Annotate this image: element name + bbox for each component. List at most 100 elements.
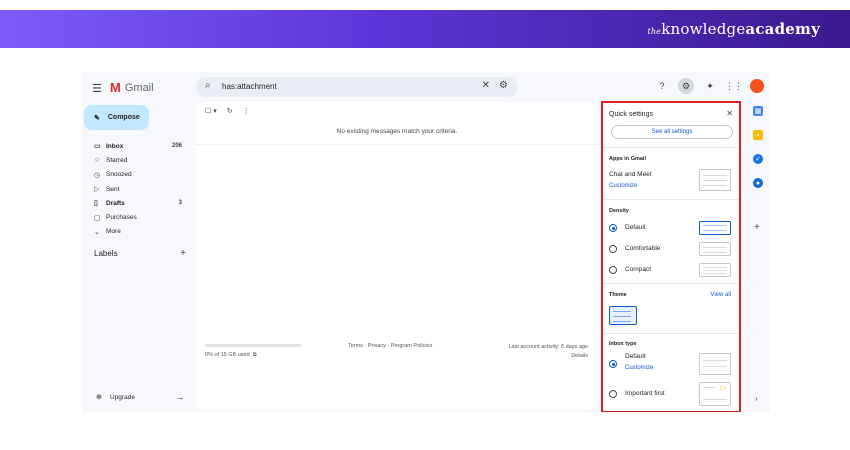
unread-count: 3 (178, 200, 182, 207)
add-label-icon[interactable]: + (180, 248, 186, 259)
upgrade-button[interactable]: ⊕ Upgrade → (96, 392, 184, 402)
apps-customize-link[interactable]: Customize (609, 183, 637, 189)
sidebar-item-starred[interactable]: ☆ Starred (82, 153, 192, 167)
density-comfortable-label: Comfortable (625, 245, 661, 252)
tasks-icon[interactable]: ✓ (753, 154, 763, 164)
quick-settings-panel: Quick settings ✕ See all settings Apps i… (601, 101, 741, 412)
sidebar-item-label: Sent (106, 185, 120, 193)
details-link[interactable]: Details (509, 352, 588, 361)
more-options-icon[interactable]: ⋮ (243, 107, 250, 115)
gmail-window: ☰ M Gmail ⌕ has:attachment ✕ ⚙ ? ⚙ ✦ ⋮⋮ … (82, 72, 770, 412)
inbox-type-section-title: Inbox type (609, 341, 637, 347)
message-list: ☐ ▾ ↻ ⋮ No existing messages match your … (196, 102, 598, 410)
gmail-logo[interactable]: M Gmail (110, 80, 154, 95)
brand-logo: theknowledgeacademy (647, 20, 820, 38)
chat-meet-label: Chat and Meet (609, 171, 652, 178)
arrow-right-icon: → (175, 392, 184, 402)
bag-icon: ▢ (94, 214, 101, 222)
list-toolbar: ☐ ▾ ↻ ⋮ (205, 107, 250, 115)
avatar[interactable] (750, 79, 764, 93)
sidebar-item-label: Inbox (106, 142, 124, 150)
density-compact-thumbnail[interactable] (699, 263, 731, 277)
inbox-default-label: Default (625, 353, 646, 360)
important-first-label: Important first (625, 390, 665, 397)
divider (603, 333, 739, 334)
sidebar-item-label: Purchases (106, 214, 137, 222)
search-input[interactable]: has:attachment (222, 82, 277, 91)
sidebar-item-snoozed[interactable]: ◷ Snoozed (82, 168, 192, 182)
clock-icon: ◷ (94, 171, 101, 179)
density-compact-label: Compact (625, 266, 652, 273)
gear-icon[interactable]: ⚙ (678, 78, 694, 94)
sidebar-nav: ▭ Inbox 206 ☆ Starred ◷ Snoozed ▷ Sent ▯ Drafts 3 ▢ P… (82, 139, 192, 239)
help-icon[interactable]: ? (654, 78, 670, 94)
theme-section-title: Theme (609, 292, 627, 298)
show-side-panel-icon[interactable]: › (755, 394, 758, 403)
density-comfortable-radio[interactable] (609, 245, 617, 253)
contacts-icon[interactable]: ● (753, 178, 763, 188)
inbox-default-radio[interactable] (609, 360, 617, 368)
sidebar-item-purchases[interactable]: ▢ Purchases (82, 210, 192, 224)
footer-links[interactable]: Terms · Privacy · Program Policies (348, 343, 432, 349)
send-icon: ▷ (94, 186, 100, 194)
important-first-thumbnail[interactable]: ▷ (699, 382, 731, 406)
inbox-default-thumbnail[interactable] (699, 353, 731, 375)
storage-bar (205, 344, 301, 347)
sidebar-item-inbox[interactable]: ▭ Inbox 206 (82, 139, 192, 153)
quick-settings-title: Quick settings (609, 111, 653, 118)
pencil-icon: ✎ (94, 114, 100, 122)
clear-search-icon[interactable]: ✕ (482, 80, 490, 91)
search-icon[interactable]: ⌕ (205, 80, 211, 91)
sidebar-item-drafts[interactable]: ▯ Drafts 3 (82, 196, 192, 210)
chevron-down-icon: ⌄ (94, 228, 100, 236)
divider (603, 147, 739, 148)
sidebar-item-label: More (106, 228, 121, 236)
inbox-icon: ▭ (94, 143, 101, 151)
compose-button[interactable]: ✎ Compose (84, 105, 149, 130)
density-section-title: Density (609, 208, 629, 214)
gemini-sparkle-icon[interactable]: ✦ (702, 78, 718, 94)
inbox-customize-link[interactable]: Customize (625, 365, 653, 371)
star-icon: ☆ (94, 157, 101, 165)
see-all-settings-button[interactable]: See all settings (611, 125, 733, 139)
search-options-icon[interactable]: ⚙ (499, 80, 508, 91)
labels-header: Labels + (94, 248, 186, 259)
brand-banner: theknowledgeacademy (0, 10, 850, 48)
divider (603, 199, 739, 200)
density-default-radio[interactable] (609, 224, 617, 232)
search-bar[interactable]: ⌕ has:attachment ✕ ⚙ (196, 77, 518, 97)
sidebar-item-more[interactable]: ⌄ More (82, 225, 192, 239)
unread-count: 206 (171, 143, 182, 150)
density-compact-radio[interactable] (609, 266, 617, 274)
select-all-checkbox[interactable]: ☐ ▾ (205, 107, 217, 115)
apps-grid-icon[interactable]: ⋮⋮ (725, 78, 743, 94)
important-marker-icon: ▷ (720, 385, 726, 392)
sidebar-item-sent[interactable]: ▷ Sent (82, 182, 192, 196)
sidebar-item-label: Snoozed (106, 171, 132, 179)
sidebar-item-label: Drafts (106, 199, 125, 207)
keep-icon[interactable]: ▪ (753, 130, 763, 140)
important-first-radio[interactable] (609, 390, 617, 398)
density-comfortable-thumbnail[interactable] (699, 242, 731, 256)
upgrade-icon: ⊕ (96, 394, 102, 401)
main-menu-icon[interactable]: ☰ (92, 82, 102, 95)
view-all-themes-link[interactable]: View all (710, 292, 731, 298)
apps-preview-thumbnail (699, 169, 731, 191)
divider (196, 144, 598, 145)
top-right-toolbar: ? ⚙ ✦ ⋮⋮ (654, 78, 764, 94)
density-default-thumbnail[interactable] (699, 221, 731, 235)
empty-state-message: No existing messages match your criteria… (336, 128, 458, 135)
get-addons-icon[interactable]: + (754, 222, 760, 233)
refresh-icon[interactable]: ↻ (227, 107, 233, 115)
theme-thumbnail[interactable] (609, 306, 637, 325)
apps-section-title: Apps in Gmail (609, 156, 646, 162)
draft-icon: ▯ (94, 200, 98, 208)
sidebar-item-label: Starred (106, 156, 128, 164)
account-activity: Last account activity: 6 days ago Detail… (508, 344, 589, 361)
storage-usage: 0% of 15 GB used ⧉ (205, 352, 257, 358)
divider (603, 283, 739, 284)
gmail-m-icon: M (110, 80, 121, 95)
external-link-icon[interactable]: ⧉ (251, 352, 257, 358)
close-icon[interactable]: ✕ (726, 109, 733, 118)
calendar-icon[interactable]: ▦ (753, 106, 763, 116)
